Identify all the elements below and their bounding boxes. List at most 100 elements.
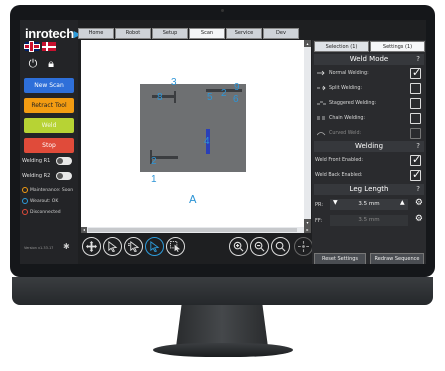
scroll-thumb[interactable]	[88, 228, 297, 232]
weld-number[interactable]: 8	[157, 92, 163, 103]
weld-number[interactable]: 2	[221, 88, 227, 99]
help-icon[interactable]: ?	[416, 141, 420, 152]
scan-viewport[interactable]: 3 8 2 9 5 6 2 1 4 A	[81, 40, 304, 227]
normal-welding-checkbox[interactable]	[410, 66, 421, 79]
new-scan-button[interactable]: New Scan	[24, 78, 74, 93]
split-welding-option: Split Welding:	[314, 82, 424, 95]
retract-tool-button[interactable]: Retract Tool	[24, 98, 74, 113]
monitor-chin	[12, 277, 433, 305]
increase-icon[interactable]: ▲	[400, 199, 405, 206]
zoom-fit-icon[interactable]	[271, 237, 290, 256]
weld-number[interactable]: 3	[171, 77, 177, 88]
scroll-down-icon[interactable]: ▾	[304, 219, 311, 226]
pointer-icon[interactable]	[145, 237, 164, 256]
welding-r2-label: Welding R2	[22, 173, 51, 179]
app-screen: inrotech▸ ⏻ 🔒︎ New Scan Retract Tool Wel…	[20, 20, 426, 264]
settings-panel: Selection (1) Settings (1) Weld Mode ? N…	[312, 40, 426, 264]
status-ring-icon	[22, 198, 28, 204]
chain-welding-option: Chain Welding:	[314, 112, 424, 125]
welding-r1-toggle-row: Welding R1	[22, 156, 76, 166]
english-flag-icon[interactable]	[25, 42, 39, 51]
view-toolbar	[82, 235, 313, 259]
tab-selection[interactable]: Selection (1)	[314, 41, 369, 52]
tab-dev[interactable]: Dev	[263, 28, 299, 39]
help-icon[interactable]: ?	[416, 54, 420, 65]
leg-length-pr-value[interactable]: 3.5 mm	[330, 199, 408, 210]
plate-label: A	[189, 193, 197, 206]
gear-icon[interactable]: ⚙	[415, 198, 423, 208]
app-logo: inrotech▸	[25, 26, 81, 41]
leg-length-header: Leg Length ?	[314, 184, 424, 195]
weld-mode-header: Weld Mode ?	[314, 54, 424, 65]
weld-back-checkbox[interactable]	[410, 168, 421, 181]
staggered-weld-icon	[317, 101, 326, 105]
tab-robot[interactable]: Robot	[115, 28, 151, 39]
split-weld-icon	[317, 85, 326, 91]
webcam	[221, 9, 224, 12]
welding-r1-label: Welding R1	[22, 158, 51, 164]
weld-number[interactable]: 1	[151, 174, 157, 185]
weld-seam[interactable]	[174, 91, 176, 103]
version-label: Version v1.33.17	[24, 246, 54, 250]
monitor-base	[153, 343, 293, 357]
power-icon[interactable]: ⏻	[26, 57, 40, 70]
status-ring-icon	[22, 209, 28, 215]
danish-flag-icon[interactable]	[42, 42, 56, 51]
normal-welding-option: Normal Welding:	[314, 66, 424, 80]
welding-header: Welding ?	[314, 141, 424, 152]
weld-number[interactable]: 6	[233, 94, 239, 105]
redraw-sequence-button[interactable]: Redraw Sequence	[370, 253, 424, 264]
leg-length-pr-row: PR: 3.5 mm ▼ ▲ ⚙	[315, 198, 423, 210]
weld-seam[interactable]	[152, 95, 176, 98]
tab-settings-panel[interactable]: Settings (1)	[370, 41, 425, 52]
staggered-welding-checkbox[interactable]	[410, 98, 421, 109]
gear-icon[interactable]: ⚙	[415, 214, 423, 224]
weld-back-option: Weld Back Enabled:	[314, 168, 424, 182]
area-select-icon[interactable]	[166, 237, 185, 256]
zoom-out-icon[interactable]	[250, 237, 269, 256]
weld-number[interactable]: 4	[204, 136, 210, 147]
tab-home[interactable]: Home	[78, 28, 114, 39]
select-icon[interactable]	[103, 237, 122, 256]
settings-gear-icon[interactable]: ✱	[63, 242, 70, 251]
chain-welding-checkbox[interactable]	[410, 113, 421, 124]
weld-number[interactable]: 5	[207, 92, 213, 103]
leg-length-ff-value[interactable]: 3.5 mm	[330, 215, 408, 226]
status-ring-icon	[22, 187, 28, 193]
curved-weld-icon	[317, 132, 326, 136]
left-panel: inrotech▸ ⏻ 🔒︎ New Scan Retract Tool Wel…	[20, 20, 81, 264]
scroll-up-icon[interactable]: ▴	[304, 40, 311, 47]
zoom-in-icon[interactable]	[229, 237, 248, 256]
weld-front-option: Weld Front Enabled:	[314, 153, 424, 167]
weld-front-checkbox[interactable]	[410, 153, 421, 166]
weld-number[interactable]: 9	[234, 82, 240, 93]
reset-view-icon[interactable]	[294, 237, 313, 256]
tab-service[interactable]: Service	[226, 28, 262, 39]
help-icon[interactable]: ?	[416, 184, 420, 195]
scroll-right-icon[interactable]: ▸	[304, 226, 311, 233]
weld-button[interactable]: Weld	[24, 118, 74, 133]
scroll-left-icon[interactable]: ◂	[81, 227, 87, 233]
tab-setup[interactable]: Setup	[152, 28, 188, 39]
lock-icon[interactable]: 🔒︎	[44, 57, 58, 70]
welding-r1-switch[interactable]	[56, 157, 72, 165]
welding-r2-toggle-row: Welding R2	[22, 171, 76, 181]
curved-weld-option: Curved Weld:	[314, 127, 424, 140]
welding-r2-switch[interactable]	[56, 172, 72, 180]
weld-number[interactable]: 2	[151, 156, 157, 167]
decrease-icon[interactable]: ▼	[333, 199, 338, 206]
multi-select-icon[interactable]	[124, 237, 143, 256]
vertical-scrollbar[interactable]: ▴ ▾ ▸	[304, 40, 311, 233]
split-welding-checkbox[interactable]	[410, 83, 421, 94]
monitor-stand	[176, 305, 268, 347]
leg-length-ff-row: FF: 3.5 mm ⚙	[315, 214, 423, 226]
move-icon[interactable]	[82, 237, 101, 256]
reset-settings-button[interactable]: Reset Settings	[314, 253, 366, 264]
horizontal-scrollbar[interactable]: ◂	[81, 227, 304, 233]
staggered-welding-option: Staggered Welding:	[314, 97, 424, 110]
curved-weld-checkbox[interactable]	[410, 128, 421, 139]
stop-button[interactable]: Stop	[24, 138, 74, 153]
normal-weld-icon	[317, 70, 325, 76]
tab-scan[interactable]: Scan	[189, 28, 225, 39]
chain-weld-icon	[317, 116, 325, 120]
